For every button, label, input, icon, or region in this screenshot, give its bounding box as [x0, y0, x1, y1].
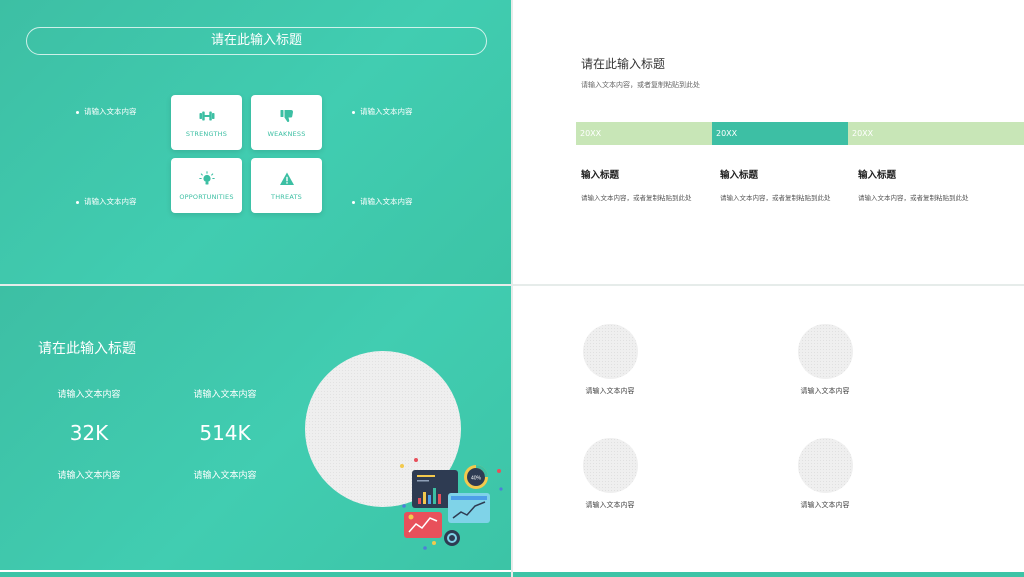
dashboard-illustration: 40% — [400, 458, 503, 550]
bullet-text: 请输入文本内容 — [84, 197, 137, 206]
stat-value: 514K — [199, 421, 251, 445]
swot-label: WEAKNESS — [267, 129, 306, 138]
gauge-label: 40% — [471, 476, 482, 482]
swot-threats-card[interactable]: THREATS — [251, 158, 322, 213]
slide-title: 请在此输入标题 — [581, 57, 666, 71]
swot-weakness-card[interactable]: WEAKNESS — [251, 95, 322, 150]
slide-timeline[interactable]: 请在此输入标题 请输入文本内容，或者复制粘贴到此处 20XX 20XX 20XX… — [513, 0, 1024, 284]
slide-title: 请在此输入标题 — [38, 341, 136, 357]
stat-value: 32K — [69, 421, 109, 445]
placeholder-label: 请输入文本内容 — [585, 387, 635, 395]
image-placeholder[interactable] — [798, 438, 853, 493]
placeholder-label: 请输入文本内容 — [800, 387, 850, 395]
image-placeholder[interactable] — [583, 438, 638, 493]
column-heading: 输入标题 — [581, 170, 620, 181]
thumbs-down-icon — [280, 109, 293, 122]
column-text: 请输入文本内容，或者复制粘贴到此处 — [581, 194, 692, 202]
timeline-segment[interactable]: 20XX — [712, 122, 848, 145]
bullet-dot — [352, 110, 355, 114]
bullet-dot — [76, 110, 79, 114]
bullet-text: 请输入文本内容 — [84, 107, 137, 116]
bullet-item: 请输入文本内容 — [352, 196, 413, 207]
stat-top-label: 请输入文本内容 — [193, 390, 257, 400]
bullet-dot — [352, 200, 355, 204]
bullet-text: 请输入文本内容 — [360, 107, 413, 116]
swot-label: OPPORTUNITIES — [179, 192, 234, 201]
next-slide-strip — [513, 572, 1024, 577]
slide-swot[interactable]: 请在此输入标题 请输入文本内容 请输入文本内容 请输入文本内容 请输入文本内容 … — [0, 0, 511, 284]
slide-subtitle: 请输入文本内容，或者复制粘贴到此处 — [581, 81, 700, 89]
slide-title: 请在此输入标题 — [26, 27, 487, 55]
image-placeholder[interactable] — [583, 324, 638, 379]
timeline-label: 20XX — [716, 129, 738, 138]
image-placeholder[interactable] — [798, 324, 853, 379]
lightbulb-icon — [198, 170, 215, 184]
bullet-text: 请输入文本内容 — [360, 197, 413, 206]
slide-stats[interactable]: 请在此输入标题 请输入文本内容 32K 请输入文本内容 请输入文本内容 514K… — [0, 286, 511, 570]
bullet-item: 请输入文本内容 — [76, 106, 137, 117]
timeline-segment[interactable]: 20XX — [576, 122, 712, 145]
swot-label: THREATS — [271, 192, 302, 201]
timeline-label: 20XX — [580, 129, 602, 138]
stat-bottom-label: 请输入文本内容 — [193, 471, 257, 481]
placeholder-label: 请输入文本内容 — [800, 501, 850, 509]
bullet-item: 请输入文本内容 — [76, 196, 137, 207]
dumbbell-icon — [199, 111, 214, 120]
swot-opportunities-card[interactable]: OPPORTUNITIES — [171, 158, 242, 213]
column-heading: 输入标题 — [858, 170, 897, 181]
placeholder-label: 请输入文本内容 — [585, 501, 635, 509]
timeline-segment[interactable]: 20XX — [848, 122, 1024, 145]
stat-bottom-label: 请输入文本内容 — [57, 471, 121, 481]
swot-strengths-card[interactable]: STRENGTHS — [171, 95, 242, 150]
slide-image-grid[interactable]: 请输入文本内容 请输入文本内容 请输入文本内容 请输入文本内容 — [513, 286, 1024, 570]
bullet-item: 请输入文本内容 — [352, 106, 413, 117]
next-slide-strip — [0, 572, 511, 577]
stat-top-label: 请输入文本内容 — [57, 390, 121, 400]
warning-icon — [279, 172, 294, 185]
bullet-dot — [76, 200, 79, 204]
timeline-label: 20XX — [852, 129, 874, 138]
column-text: 请输入文本内容，或者复制粘贴到此处 — [720, 194, 831, 202]
column-heading: 输入标题 — [720, 170, 759, 181]
column-text: 请输入文本内容，或者复制粘贴到此处 — [858, 194, 969, 202]
swot-label: STRENGTHS — [185, 129, 228, 138]
